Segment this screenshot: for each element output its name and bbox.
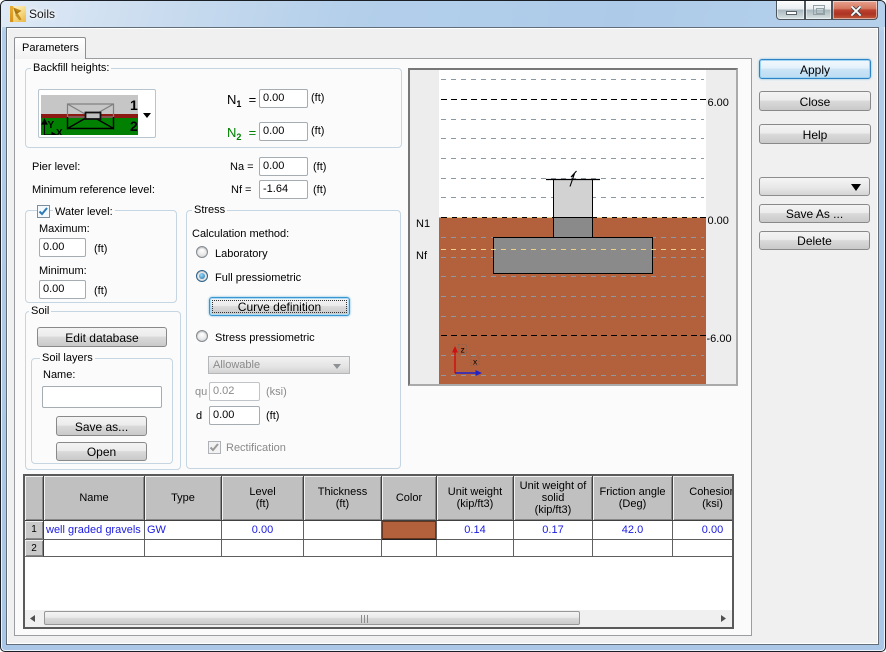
svg-text:-6.00: -6.00 <box>707 333 732 345</box>
svg-text:Y: Y <box>48 120 55 131</box>
svg-text:1: 1 <box>130 97 138 113</box>
svg-text:6.00: 6.00 <box>708 97 729 109</box>
svg-text:2: 2 <box>130 118 138 134</box>
svg-text:z: z <box>461 345 465 355</box>
svg-text:0.00: 0.00 <box>708 215 729 227</box>
svg-text:Nf: Nf <box>416 250 428 262</box>
svg-text:N1: N1 <box>416 218 430 230</box>
svg-text:X: X <box>56 128 63 135</box>
